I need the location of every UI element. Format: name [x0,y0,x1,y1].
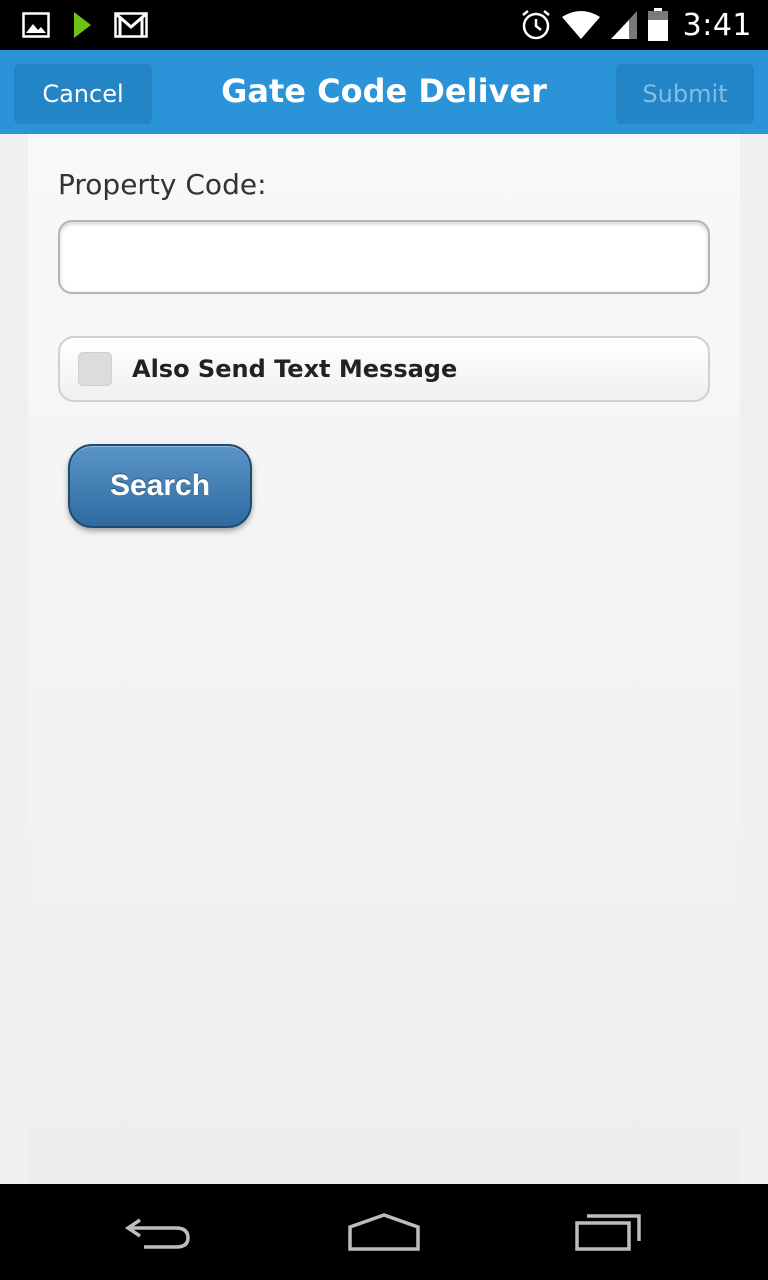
search-button[interactable]: Search [68,444,252,528]
screen: 3:41 Cancel Gate Code Deliver Submit Pro… [0,0,768,1280]
recents-icon[interactable] [564,1206,654,1258]
form-panel: Property Code: Also Send Text Message Se… [28,134,740,1184]
gmail-icon [114,12,148,38]
submit-button[interactable]: Submit [616,64,754,124]
home-icon[interactable] [339,1206,429,1258]
navigation-bar [0,1184,768,1280]
image-icon [22,12,50,38]
signal-icon [609,9,639,41]
back-icon[interactable] [114,1206,204,1258]
wifi-icon [561,9,601,41]
also-send-text-label: Also Send Text Message [132,355,458,383]
status-time: 3:41 [682,7,752,43]
alarm-icon [519,8,553,42]
notification-icons [22,10,148,40]
property-code-input[interactable] [58,220,710,294]
also-send-text-checkbox-row[interactable]: Also Send Text Message [58,336,710,402]
property-code-label: Property Code: [58,168,267,201]
app-header: Cancel Gate Code Deliver Submit [0,50,768,134]
also-send-text-checkbox[interactable] [78,352,112,386]
status-bar: 3:41 [0,0,768,50]
battery-icon [647,8,669,42]
system-icons: 3:41 [519,6,752,44]
play-store-icon [72,11,92,39]
